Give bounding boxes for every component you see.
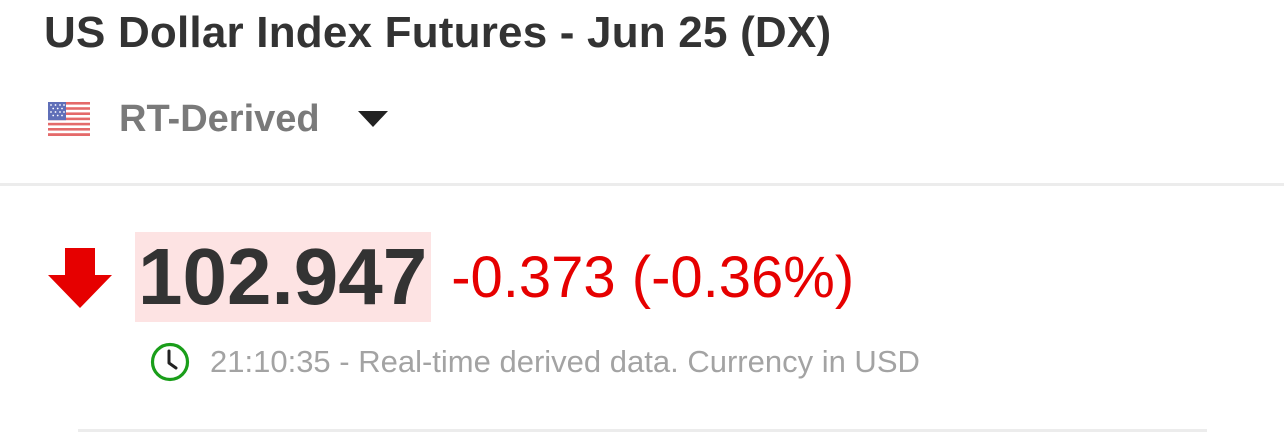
quote-status: 21:10:35 - Real-time derived data. Curre… <box>150 342 920 382</box>
status-text: 21:10:35 - Real-time derived data. Curre… <box>210 344 920 379</box>
chevron-down-icon[interactable] <box>357 111 388 127</box>
section-divider <box>78 429 1207 432</box>
last-price: 102.947 <box>135 232 432 322</box>
page-title: US Dollar Index Futures - Jun 25 (DX) <box>44 8 832 57</box>
down-arrow-icon <box>48 248 112 308</box>
header-divider <box>0 183 1284 186</box>
us-flag-icon <box>48 102 90 136</box>
clock-icon <box>150 342 190 382</box>
quote-summary: 102.947 -0.373 (-0.36%) <box>48 232 854 322</box>
source-label: RT-Derived <box>119 97 320 140</box>
price-change: -0.373 (-0.36%) <box>451 244 855 310</box>
source-selector[interactable]: RT-Derived <box>48 96 388 142</box>
